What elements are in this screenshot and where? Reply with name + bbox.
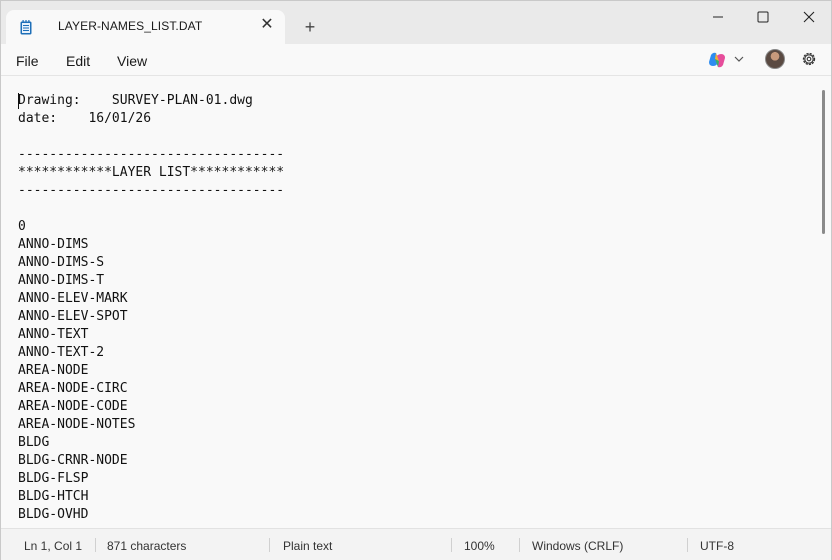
character-count: 871 characters bbox=[107, 539, 187, 553]
text-line[interactable]: BLDG-OVHD bbox=[18, 506, 808, 524]
text-editor[interactable]: Drawing: SURVEY-PLAN-01.dwg date: 16/01/2… bbox=[1, 76, 831, 528]
status-divider bbox=[451, 538, 452, 552]
text-line[interactable]: ************LAYER LIST************ bbox=[18, 164, 808, 182]
chevron-down-icon[interactable] bbox=[734, 55, 744, 63]
notepad-window: LAYER-NAMES_LIST.DAT ✕ + File Edit View bbox=[0, 0, 832, 560]
menu-view[interactable]: View bbox=[117, 53, 147, 69]
text-line[interactable]: AREA-NODE-CIRC bbox=[18, 380, 808, 398]
document-text[interactable]: Drawing: SURVEY-PLAN-01.dwg date: 16/01/2… bbox=[18, 92, 808, 524]
file-format: Plain text bbox=[283, 539, 333, 553]
status-divider bbox=[687, 538, 688, 552]
minimize-icon[interactable] bbox=[707, 6, 729, 28]
tab-title: LAYER-NAMES_LIST.DAT bbox=[58, 19, 203, 33]
title-bar: LAYER-NAMES_LIST.DAT ✕ + bbox=[1, 1, 831, 44]
new-tab-button[interactable]: + bbox=[301, 18, 319, 36]
text-line[interactable]: BLDG-HTCH bbox=[18, 488, 808, 506]
text-line[interactable] bbox=[18, 128, 808, 146]
zoom-level[interactable]: 100% bbox=[464, 539, 495, 553]
text-line[interactable]: ANNO-DIMS-S bbox=[18, 254, 808, 272]
tab-close-button[interactable]: ✕ bbox=[260, 17, 274, 33]
text-line[interactable]: AREA-NODE-CODE bbox=[18, 398, 808, 416]
copilot-icon[interactable] bbox=[707, 51, 727, 69]
status-divider bbox=[95, 538, 96, 552]
text-line[interactable]: ---------------------------------- bbox=[18, 182, 808, 200]
text-line[interactable]: 0 bbox=[18, 218, 808, 236]
close-icon[interactable] bbox=[798, 6, 820, 28]
text-line[interactable]: BLDG bbox=[18, 434, 808, 452]
text-line[interactable]: BLDG-CRNR-NODE bbox=[18, 452, 808, 470]
text-line[interactable]: AREA-NODE-NOTES bbox=[18, 416, 808, 434]
text-line[interactable] bbox=[18, 200, 808, 218]
line-ending[interactable]: Windows (CRLF) bbox=[532, 539, 623, 553]
cursor-position[interactable]: Ln 1, Col 1 bbox=[24, 539, 82, 553]
text-line[interactable]: ANNO-DIMS-T bbox=[18, 272, 808, 290]
text-line[interactable]: ANNO-TEXT bbox=[18, 326, 808, 344]
tab-document[interactable]: LAYER-NAMES_LIST.DAT ✕ bbox=[6, 10, 285, 44]
vertical-scrollbar[interactable] bbox=[822, 90, 825, 234]
encoding[interactable]: UTF-8 bbox=[700, 539, 734, 553]
text-line[interactable]: date: 16/01/26 bbox=[18, 110, 808, 128]
status-divider bbox=[519, 538, 520, 552]
text-line[interactable]: ANNO-ELEV-MARK bbox=[18, 290, 808, 308]
maximize-icon[interactable] bbox=[752, 6, 774, 28]
notepad-icon bbox=[20, 20, 32, 35]
text-line[interactable]: Drawing: SURVEY-PLAN-01.dwg bbox=[18, 92, 808, 110]
status-bar: Ln 1, Col 1 871 characters Plain text 10… bbox=[1, 528, 831, 560]
status-divider bbox=[269, 538, 270, 552]
avatar[interactable] bbox=[765, 49, 785, 69]
text-line[interactable]: ANNO-DIMS bbox=[18, 236, 808, 254]
gear-icon[interactable] bbox=[800, 50, 818, 68]
text-line[interactable]: ANNO-ELEV-SPOT bbox=[18, 308, 808, 326]
text-line[interactable]: BLDG-FLSP bbox=[18, 470, 808, 488]
menu-edit[interactable]: Edit bbox=[66, 53, 90, 69]
text-line[interactable]: ANNO-TEXT-2 bbox=[18, 344, 808, 362]
text-line[interactable]: ---------------------------------- bbox=[18, 146, 808, 164]
text-caret bbox=[18, 93, 19, 109]
menu-bar: File Edit View bbox=[1, 44, 831, 76]
menu-file[interactable]: File bbox=[16, 53, 39, 69]
text-line[interactable]: AREA-NODE bbox=[18, 362, 808, 380]
